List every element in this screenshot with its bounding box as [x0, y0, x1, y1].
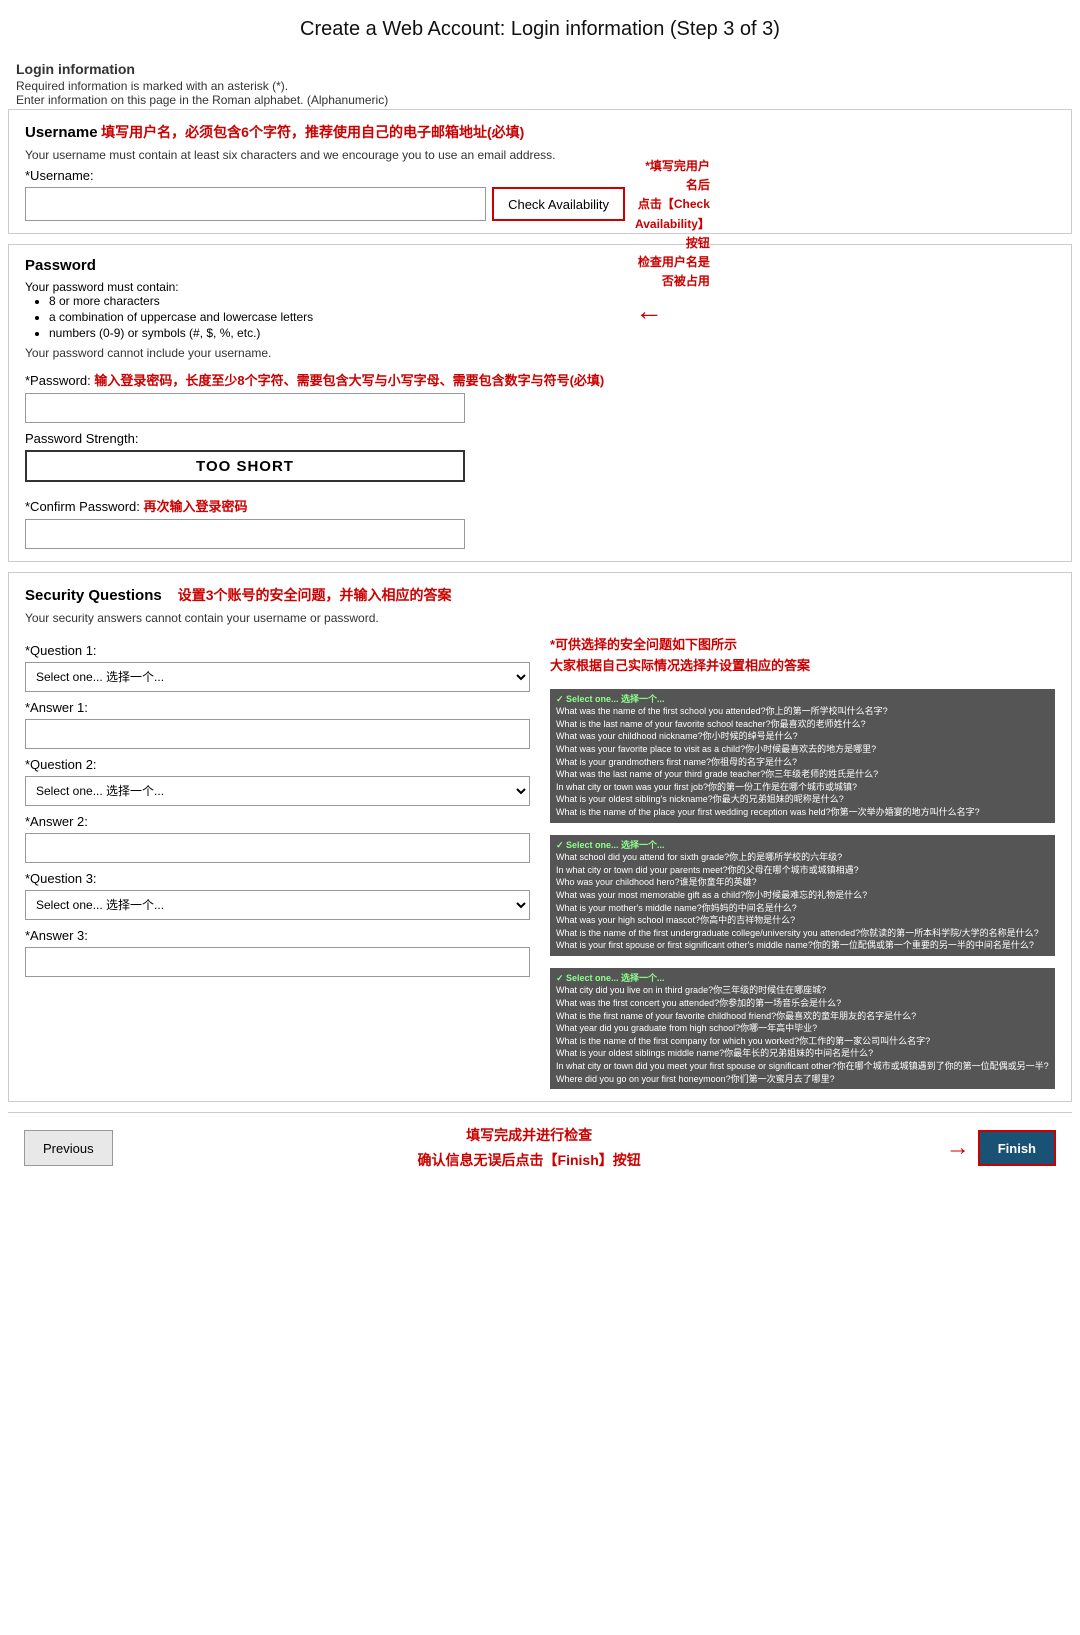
security-note: Your security answers cannot contain you…: [25, 611, 1055, 625]
dropdown-preview-1: ✓ Select one... 选择一个... What was the nam…: [550, 689, 1055, 823]
q2-select[interactable]: Select one... 选择一个...What school did you…: [25, 776, 530, 806]
q3-label: *Question 3:: [25, 871, 530, 886]
q1-select[interactable]: Select one... 选择一个...What was the name o…: [25, 662, 530, 692]
username-section: Username 填写用户名，必须包含6个字符，推荐使用自己的电子邮箱地址(必填…: [8, 109, 1072, 234]
dropdown-preview-2: ✓ Select one... 选择一个... What school did …: [550, 835, 1055, 956]
password-input[interactable]: [25, 393, 465, 423]
top-notes: Login information Required information i…: [0, 55, 1080, 109]
footer: Previous 填写完成并进行检查 确认信息无误后点击【Finish】按钮 →…: [8, 1112, 1072, 1183]
security-right-col: *可供选择的安全问题如下图所示 大家根据自己实际情况选择并设置相应的答案 ✓ S…: [550, 635, 1055, 1089]
footer-note: 填写完成并进行检查 确认信息无误后点击【Finish】按钮: [113, 1123, 946, 1173]
confirm-password-input[interactable]: [25, 519, 465, 549]
check-annotation-3: 检查用户名是否被占用: [638, 255, 710, 288]
password-strength-bar: TOO SHORT: [25, 450, 465, 482]
username-description: Your username must contain at least six …: [25, 148, 1055, 162]
username-input[interactable]: [25, 187, 486, 221]
password-rules: Your password must contain: 8 or more ch…: [25, 280, 1055, 340]
confirm-password-highlight: 再次输入登录密码: [144, 499, 248, 514]
password-section: Password Your password must contain: 8 o…: [8, 244, 1072, 562]
password-rule-2: a combination of uppercase and lowercase…: [49, 310, 1055, 324]
footer-center: 填写完成并进行检查 确认信息无误后点击【Finish】按钮: [113, 1123, 946, 1173]
finish-arrow-icon: →: [946, 1134, 970, 1162]
security-left-col: *Question 1: Select one... 选择一个...What w…: [25, 635, 530, 1089]
q2-label: *Question 2:: [25, 757, 530, 772]
password-no-username-note: Your password cannot include your userna…: [25, 346, 1055, 360]
a2-label: *Answer 2:: [25, 814, 530, 829]
previous-button[interactable]: Previous: [24, 1130, 113, 1166]
confirm-password-label: *Confirm Password: 再次输入登录密码: [25, 496, 1055, 515]
finish-button[interactable]: Finish: [978, 1130, 1056, 1166]
check-annotation-2: 点击【Check Availability】按钮: [635, 197, 710, 249]
password-label: *Password: 输入登录密码，长度至少8个字符、需要包含大写与小写字母、需…: [25, 370, 1055, 389]
username-label: *Username:: [25, 168, 1055, 183]
dropdown-preview-3: ✓ Select one... 选择一个... What city did yo…: [550, 968, 1055, 1089]
password-rule-3: numbers (0-9) or symbols (#, $, %, etc.): [49, 326, 1055, 340]
security-questions-section: Security Questions 设置3个账号的安全问题，并输入相应的答案 …: [8, 572, 1072, 1102]
security-title-highlight: 设置3个账号的安全问题，并输入相应的答案: [178, 585, 452, 605]
security-right-annotation: *可供选择的安全问题如下图所示 大家根据自己实际情况选择并设置相应的答案: [550, 635, 1055, 677]
username-highlight-text: 填写用户名，必须包含6个字符，推荐使用自己的电子邮箱地址(必填): [101, 124, 524, 140]
required-note: Required information is marked with an a…: [16, 79, 1064, 93]
page-title: Create a Web Account: Login information …: [0, 0, 1080, 55]
username-section-title: Username: [25, 124, 98, 141]
q1-label: *Question 1:: [25, 643, 530, 658]
password-rules-intro: Your password must contain:: [25, 280, 1055, 294]
login-info-heading: Login information: [16, 61, 1064, 77]
a2-input[interactable]: [25, 833, 530, 863]
q3-select[interactable]: Select one... 选择一个...What city did you l…: [25, 890, 530, 920]
password-strength-label: Password Strength:: [25, 431, 1055, 446]
security-section-title: Security Questions: [25, 587, 162, 604]
check-arrow-icon: ←: [635, 295, 663, 327]
a3-input[interactable]: [25, 947, 530, 977]
password-section-title: Password: [25, 257, 1055, 274]
a1-input[interactable]: [25, 719, 530, 749]
a3-label: *Answer 3:: [25, 928, 530, 943]
password-rule-1: 8 or more characters: [49, 294, 1055, 308]
a1-label: *Answer 1:: [25, 700, 530, 715]
check-annotation-1: *填写完用户名后: [645, 159, 710, 192]
alphabet-note: Enter information on this page in the Ro…: [16, 93, 1064, 107]
password-highlight: 输入登录密码，长度至少8个字符、需要包含大写与小写字母、需要包含数字与符号(必填…: [94, 373, 604, 388]
check-availability-button[interactable]: Check Availability: [492, 187, 625, 221]
